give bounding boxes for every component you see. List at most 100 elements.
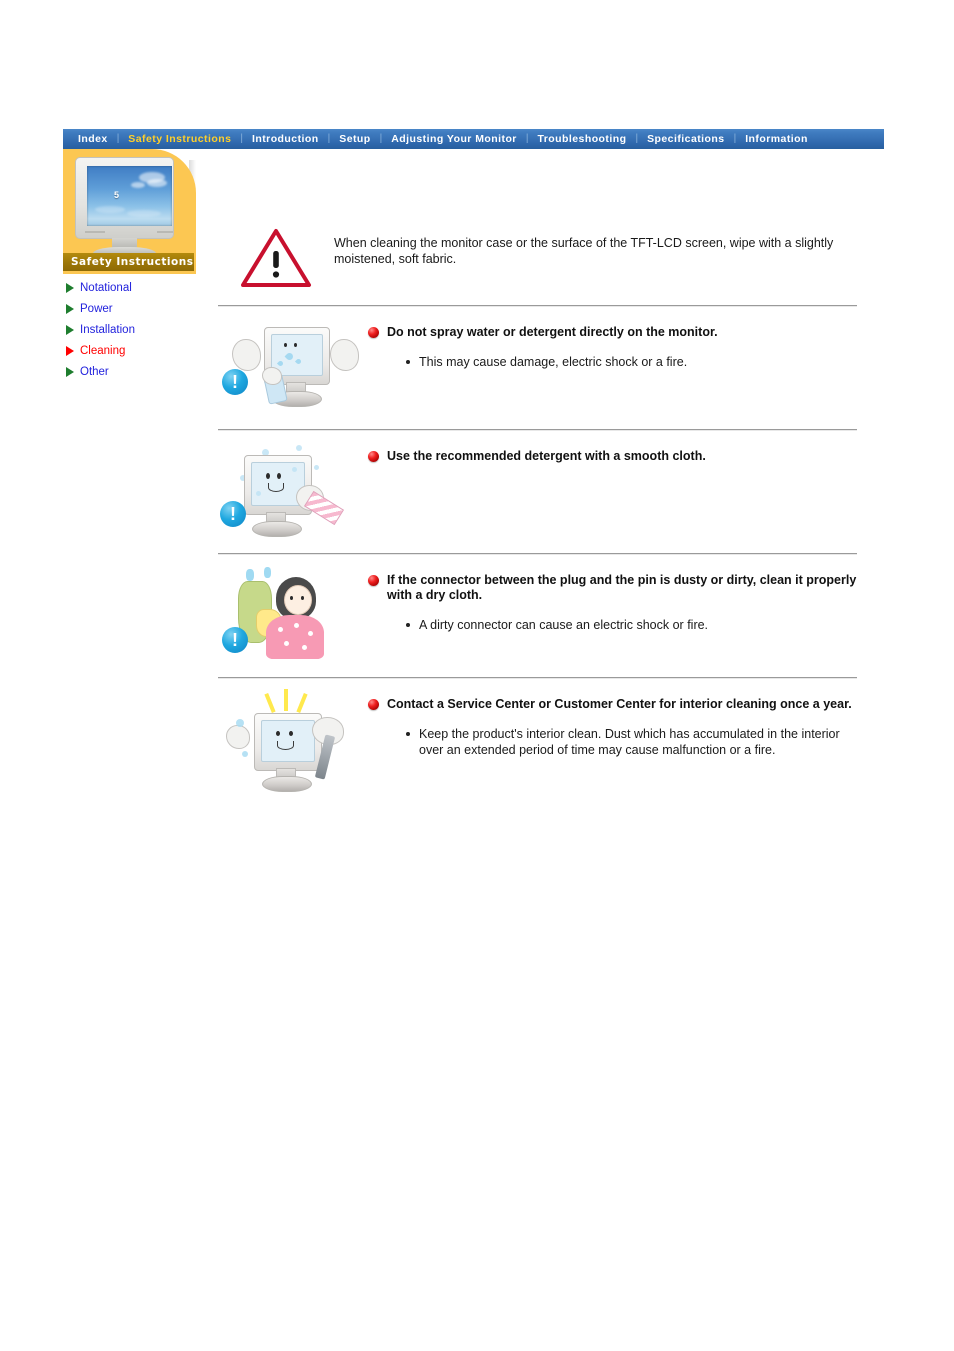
nav-item-information[interactable]: Information — [743, 129, 810, 149]
section-heading-text: Do not spray water or detergent directly… — [387, 325, 718, 339]
nav-separator: | — [733, 133, 737, 144]
cartoon-eye — [266, 473, 270, 479]
exclamation-badge-icon: ! — [220, 501, 246, 527]
cloud-shape — [147, 179, 167, 187]
cloud-shape — [131, 182, 145, 188]
section-bullet-text: Keep the product's interior clean. Dust … — [419, 727, 840, 757]
main-content: When cleaning the monitor case or the su… — [218, 215, 884, 801]
nav-item-introduction[interactable]: Introduction — [250, 129, 321, 149]
dress-polka-dot — [278, 627, 283, 632]
girl-eye — [301, 596, 304, 600]
nav-item-specifications[interactable]: Specifications — [645, 129, 727, 149]
sidebar-section-caption: Safety Instructions — [63, 253, 194, 271]
technician-hand — [226, 725, 250, 749]
monitor-front-markings — [85, 231, 173, 234]
cartoon-mouth — [268, 483, 284, 492]
monitor-screen-label: 5 — [114, 190, 122, 200]
dress-polka-dot — [294, 623, 299, 628]
dress-polka-dot — [302, 645, 307, 650]
section-bullet-text: This may cause damage, electric shock or… — [419, 355, 688, 369]
section-row: Contact a Service Center or Customer Cen… — [218, 679, 884, 801]
girl-dress — [266, 615, 324, 659]
girl-cleaning-plug-illustration: ! — [218, 565, 368, 675]
sidebar-item-cleaning[interactable]: Cleaning — [66, 340, 216, 361]
light-ray — [296, 692, 308, 714]
section-bullet: This may cause damage, electric shock or… — [368, 354, 884, 370]
section-text: Use the recommended detergent with a smo… — [368, 441, 884, 464]
exclamation-badge-icon: ! — [222, 627, 248, 653]
bullet-dot-icon — [406, 623, 410, 627]
sparkle — [242, 751, 248, 757]
sidebar-item-installation[interactable]: Installation — [66, 319, 216, 340]
cartoon-monitor-base — [262, 776, 312, 792]
nav-item-troubleshooting[interactable]: Troubleshooting — [535, 129, 628, 149]
warning-triangle-icon — [240, 227, 312, 289]
cleaning-cloth — [303, 490, 345, 526]
hand-holding-bottle — [262, 367, 282, 385]
section-text: If the connector between the plug and th… — [368, 565, 884, 633]
section-heading: If the connector between the plug and th… — [368, 573, 884, 603]
exclamation-badge-icon: ! — [222, 369, 248, 395]
red-bullet-icon — [368, 327, 379, 338]
section-text: Do not spray water or detergent directly… — [368, 317, 884, 370]
bullet-dot-icon — [406, 360, 410, 364]
bullet-dot-icon — [406, 732, 410, 736]
hand-gesture-left — [232, 339, 261, 371]
cloud-shape — [127, 210, 161, 217]
sparkle — [314, 465, 319, 470]
light-ray — [284, 689, 288, 711]
girl-eye — [290, 596, 293, 600]
service-center-interior-cleaning-illustration — [218, 689, 368, 799]
sparkle — [256, 491, 261, 496]
dress-polka-dot — [284, 641, 289, 646]
monitor-thumbnail-image: 5 — [71, 157, 178, 261]
red-bullet-icon — [368, 699, 379, 710]
sidebar-item-label: Cleaning — [80, 344, 126, 357]
cartoon-eye — [289, 731, 293, 736]
nav-separator: | — [327, 133, 331, 144]
section-heading-text: If the connector between the plug and th… — [387, 573, 857, 602]
arrow-right-icon — [66, 282, 74, 293]
section-heading: Do not spray water or detergent directly… — [368, 325, 884, 340]
intro-icon-cell — [218, 215, 334, 289]
sparkle — [236, 719, 244, 727]
sidebar-item-label: Installation — [80, 323, 135, 336]
monitor-wipe-cloth-illustration: ! — [218, 441, 368, 551]
nav-item-adjusting-your-monitor[interactable]: Adjusting Your Monitor — [389, 129, 519, 149]
nav-item-index[interactable]: Index — [76, 129, 110, 149]
nav-item-safety-instructions[interactable]: Safety Instructions — [126, 129, 233, 149]
sidebar-item-other[interactable]: Other — [66, 361, 216, 382]
monitor-body: 5 — [75, 157, 174, 239]
sidebar-item-notational[interactable]: Notational — [66, 277, 216, 298]
monitor-spray-illustration: ! — [218, 317, 368, 427]
section-bullet: Keep the product's interior clean. Dust … — [368, 726, 884, 758]
nav-item-setup[interactable]: Setup — [337, 129, 372, 149]
arrow-right-icon — [66, 345, 74, 356]
section-heading: Use the recommended detergent with a smo… — [368, 449, 884, 464]
sidebar-item-power[interactable]: Power — [66, 298, 216, 319]
girl-face — [284, 585, 312, 615]
intro-text: When cleaning the monitor case or the su… — [334, 236, 834, 266]
sparkle — [246, 569, 254, 581]
intro-row: When cleaning the monitor case or the su… — [218, 215, 884, 305]
section-heading: Contact a Service Center or Customer Cen… — [368, 697, 884, 712]
sidebar-menu: Notational Power Installation Cleaning O… — [66, 277, 216, 382]
sparkle — [296, 445, 302, 451]
section-heading-text: Use the recommended detergent with a smo… — [387, 449, 706, 463]
section-bullet: A dirty connector can cause an electric … — [368, 617, 884, 633]
nav-separator: | — [635, 133, 639, 144]
dress-polka-dot — [308, 631, 313, 636]
sidebar-item-label: Other — [80, 365, 109, 378]
cartoon-eye — [276, 731, 280, 736]
section-heading-text: Contact a Service Center or Customer Cen… — [387, 697, 852, 711]
red-bullet-icon — [368, 575, 379, 586]
arrow-right-icon — [66, 303, 74, 314]
sidebar-caption-label: Safety Instructions — [71, 256, 194, 268]
section-row: ! Do not spray water or detergent direct… — [218, 307, 884, 429]
cartoon-eye — [294, 343, 297, 347]
sidebar-item-label: Notational — [80, 281, 132, 294]
nav-separator: | — [525, 133, 529, 144]
section-row: ! Use the recommended detergent with a s… — [218, 431, 884, 553]
section-row: ! If the connector between the plug and … — [218, 555, 884, 677]
nav-separator: | — [116, 133, 120, 144]
